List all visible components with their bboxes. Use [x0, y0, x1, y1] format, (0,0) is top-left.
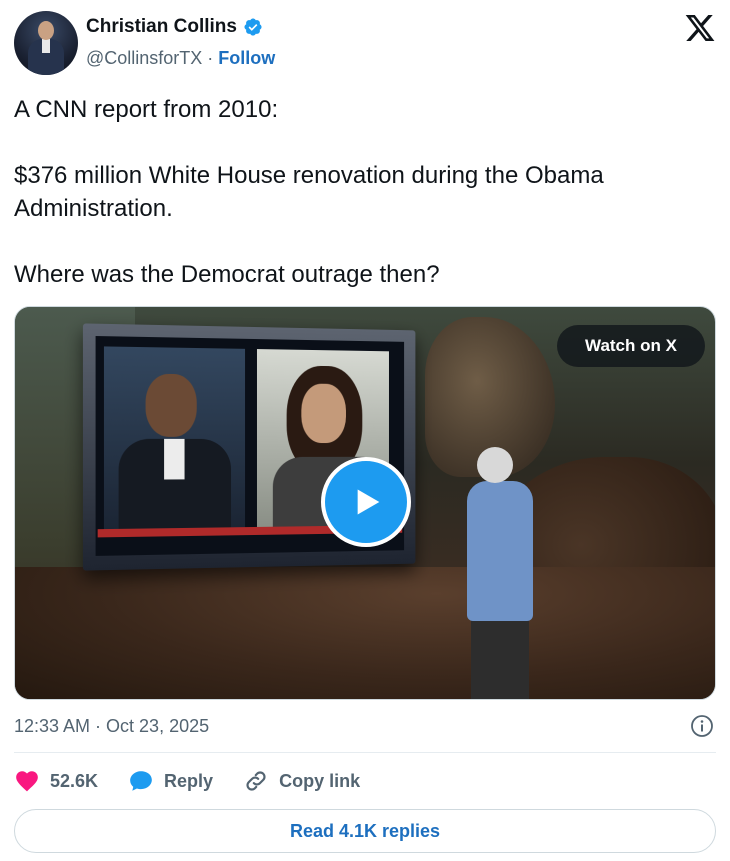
divider [14, 752, 716, 753]
author-handle[interactable]: @CollinsforTX [86, 48, 202, 69]
timestamp-row: 12:33 AM · Oct 23, 2025 [14, 714, 716, 740]
timestamp-link[interactable]: 12:33 AM · Oct 23, 2025 [14, 716, 209, 737]
play-icon [357, 489, 380, 515]
tweet-paragraph: $376 million White House renovation duri… [14, 162, 604, 222]
info-icon[interactable] [690, 714, 714, 738]
play-button[interactable] [321, 457, 411, 547]
copy-link-label: Copy link [279, 770, 361, 791]
handle-row: @CollinsforTX · Follow [86, 48, 275, 69]
separator-dot: · [207, 48, 214, 68]
reply-label: Reply [164, 770, 214, 791]
reply-button[interactable]: Reply [128, 768, 213, 794]
worker-figure [477, 447, 513, 483]
like-count: 52.6K [50, 770, 99, 791]
read-replies-button[interactable]: Read 4.1K replies [14, 809, 716, 853]
tweet-paragraph: Where was the Democrat outrage then? [14, 261, 440, 288]
copy-link-button[interactable]: Copy link [243, 768, 360, 794]
dirt-ground [15, 567, 715, 699]
video-player[interactable]: Watch on X [14, 306, 716, 700]
worker-figure [471, 617, 529, 699]
worker-figure [467, 481, 533, 621]
author-name-row: Christian Collins [86, 16, 263, 38]
x-logo-icon[interactable] [684, 12, 716, 44]
action-bar: 52.6K Reply Copy link [14, 764, 716, 798]
avatar[interactable] [14, 11, 78, 75]
tweet-text: A CNN report from 2010: $376 million Whi… [14, 93, 714, 291]
like-button[interactable]: 52.6K [14, 768, 98, 794]
verified-badge-icon [244, 18, 262, 36]
heart-icon [16, 771, 38, 792]
author-name[interactable]: Christian Collins [86, 16, 237, 38]
reply-bubble-icon [130, 771, 152, 791]
watch-on-x-button[interactable]: Watch on X [557, 325, 705, 367]
link-icon [246, 771, 266, 791]
tweet-paragraph: A CNN report from 2010: [14, 96, 279, 123]
tweet-header: Christian Collins @CollinsforTX · Follow [0, 0, 730, 90]
follow-button[interactable]: Follow [218, 48, 275, 69]
